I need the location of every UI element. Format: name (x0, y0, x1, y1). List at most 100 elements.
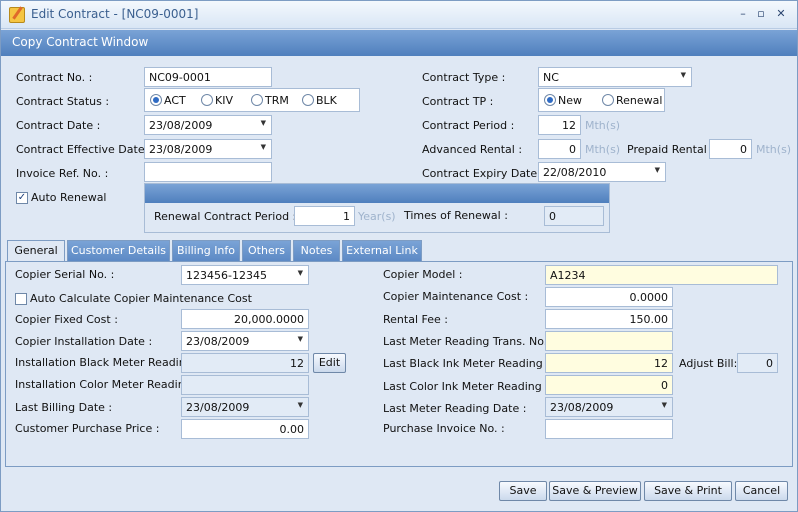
last-meter-trans-input[interactable] (545, 331, 673, 351)
status-kiv-radio[interactable] (201, 94, 213, 106)
save-button[interactable]: Save (499, 481, 547, 501)
last-billing-value: 23/08/2009 (186, 401, 250, 414)
status-trm-radio[interactable] (251, 94, 263, 106)
close-button[interactable]: ✕ (773, 6, 789, 22)
invoice-ref-label: Invoice Ref. No. : (16, 167, 109, 180)
purchase-invoice-input[interactable] (545, 419, 673, 439)
last-black-label: Last Black Ink Meter Reading : (383, 357, 550, 370)
contract-status-label: Contract Status : (16, 95, 110, 108)
save-print-button[interactable]: Save & Print (644, 481, 732, 501)
contract-type-value: NC (543, 71, 559, 84)
restore-button[interactable]: ▫ (753, 6, 769, 22)
last-color-input[interactable]: 0 (545, 375, 673, 395)
tab-general[interactable]: General (7, 240, 65, 263)
last-billing-picker[interactable]: 23/08/2009 ▼ (181, 397, 309, 417)
adjust-bill-label: Adjust Bill: (679, 357, 738, 370)
install-color-value (181, 375, 309, 395)
install-black-value: 12 (181, 353, 309, 373)
last-meter-date-value: 23/08/2009 (550, 401, 614, 414)
auto-calc-label: Auto Calculate Copier Maintenance Cost (30, 292, 252, 305)
last-meter-date-picker[interactable]: 23/08/2009 ▼ (545, 397, 673, 417)
tab-external-link[interactable]: External Link (342, 240, 422, 262)
serial-no-label: Copier Serial No. : (15, 268, 115, 281)
contract-no-input[interactable]: NC09-0001 (144, 67, 272, 87)
copier-model-input[interactable]: A1234 (545, 265, 778, 285)
fixed-cost-input[interactable]: 20,000.0000 (181, 309, 309, 329)
menu-window[interactable]: Window (101, 35, 148, 49)
contract-period-unit: Mth(s) (585, 119, 621, 132)
purchase-invoice-label: Purchase Invoice No. : (383, 422, 505, 435)
renewal-period-unit: Year(s) (358, 210, 396, 223)
window-title: Edit Contract - [NC09-0001] (31, 7, 199, 21)
contract-status-group: ACT KIV TRM BLK (144, 88, 360, 112)
prepaid-rental-input[interactable]: 0 (709, 139, 752, 159)
auto-renewal-label: Auto Renewal (31, 191, 107, 204)
renewal-period-input[interactable]: 1 (294, 206, 355, 226)
maint-cost-input[interactable]: 0.0000 (545, 287, 673, 307)
tab-customer-details[interactable]: Customer Details (67, 240, 170, 262)
tab-billing-info[interactable]: Billing Info (172, 240, 240, 262)
contract-date-value: 23/08/2009 (149, 119, 213, 132)
maint-cost-label: Copier Maintenance Cost : (383, 290, 529, 303)
copier-model-label: Copier Model : (383, 268, 463, 281)
edit-document-icon (9, 7, 25, 23)
last-color-label: Last Color Ink Meter Reading : (383, 380, 549, 393)
menu-copy-contract[interactable]: Copy Contract (12, 35, 98, 49)
cancel-button[interactable]: Cancel (735, 481, 788, 501)
tp-renewal-radio[interactable] (602, 94, 614, 106)
last-billing-label: Last Billing Date : (15, 401, 113, 414)
advanced-rental-input[interactable]: 0 (538, 139, 581, 159)
advanced-rental-unit: Mth(s) (585, 143, 621, 156)
install-date-picker[interactable]: 23/08/2009 ▼ (181, 331, 309, 351)
last-black-input[interactable]: 12 (545, 353, 673, 373)
contract-tp-label: Contract TP : (422, 95, 494, 108)
fixed-cost-label: Copier Fixed Cost : (15, 313, 118, 326)
chevron-down-icon: ▼ (297, 335, 303, 343)
status-act-radio[interactable] (150, 94, 162, 106)
effective-date-picker[interactable]: 23/08/2009 ▼ (144, 139, 272, 159)
tp-new-radio[interactable] (544, 94, 556, 106)
contract-type-select[interactable]: NC ▼ (538, 67, 692, 87)
contract-date-label: Contract Date : (16, 119, 101, 132)
prepaid-rental-label: Prepaid Rental : (627, 143, 714, 156)
minimize-button[interactable]: – (735, 6, 751, 22)
menu-bar: Copy Contract Window (1, 30, 797, 56)
install-black-label: Installation Black Meter Reading (15, 356, 193, 369)
status-blk-radio[interactable] (302, 94, 314, 106)
chevron-down-icon: ▼ (260, 143, 266, 151)
contract-period-label: Contract Period : (422, 119, 515, 132)
contract-type-label: Contract Type : (422, 71, 506, 84)
save-preview-button[interactable]: Save & Preview (549, 481, 641, 501)
advanced-rental-label: Advanced Rental : (422, 143, 523, 156)
serial-no-select[interactable]: 123456-12345 ▼ (181, 265, 309, 285)
chevron-down-icon: ▼ (680, 71, 686, 79)
invoice-ref-input[interactable] (144, 162, 272, 182)
times-renewal-label: Times of Renewal : (404, 209, 508, 222)
contract-tp-group: New Renewal (538, 88, 665, 112)
auto-renewal-checkbox[interactable]: ✓ (16, 192, 28, 204)
prepaid-rental-unit: Mth(s) (756, 143, 792, 156)
chevron-down-icon: ▼ (297, 401, 303, 409)
install-date-value: 23/08/2009 (186, 335, 250, 348)
effective-date-value: 23/08/2009 (149, 143, 213, 156)
tab-others[interactable]: Others (242, 240, 291, 262)
purchase-price-input[interactable]: 0.00 (181, 419, 309, 439)
status-trm-label: TRM (265, 94, 289, 107)
chevron-down-icon: ▼ (260, 119, 266, 127)
expiry-date-label: Contract Expiry Date : (422, 167, 545, 180)
status-kiv-label: KIV (215, 94, 233, 107)
expiry-date-picker[interactable]: 22/08/2010 ▼ (538, 162, 666, 182)
contract-date-picker[interactable]: 23/08/2009 ▼ (144, 115, 272, 135)
serial-no-value: 123456-12345 (186, 269, 267, 282)
edit-meter-button[interactable]: Edit (313, 353, 346, 373)
tp-new-label: New (558, 94, 582, 107)
title-bar: Edit Contract - [NC09-0001] – ▫ ✕ (1, 1, 797, 29)
rental-fee-input[interactable]: 150.00 (545, 309, 673, 329)
contract-period-input[interactable]: 12 (538, 115, 581, 135)
chevron-down-icon: ▼ (654, 166, 660, 174)
tab-notes[interactable]: Notes (293, 240, 340, 262)
chevron-down-icon: ▼ (297, 269, 303, 277)
auto-calc-checkbox[interactable] (15, 293, 27, 305)
rental-fee-label: Rental Fee : (383, 313, 448, 326)
last-meter-date-label: Last Meter Reading Date : (383, 402, 527, 415)
